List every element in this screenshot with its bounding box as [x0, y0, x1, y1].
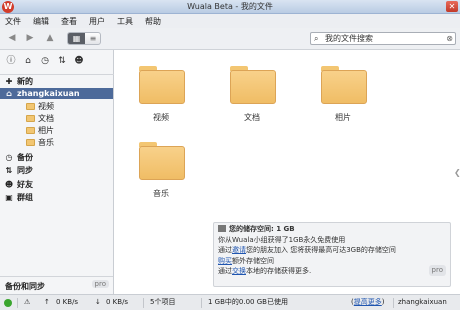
groups-icon: ▣ [5, 193, 13, 202]
sidebar-item-music[interactable]: 音乐 [0, 137, 113, 148]
title-bar: W Wuala Beta - 我的文件 ✕ [0, 0, 460, 14]
sidebar-item-label: 文档 [38, 114, 54, 123]
folder-label: 文档 [244, 113, 260, 122]
backup-icon: ◷ [5, 153, 13, 162]
back-arrow-icon[interactable]: ◀ [6, 32, 18, 44]
folder-icon [26, 115, 35, 122]
download-icon: ↓ [95, 298, 101, 306]
view-toggle: ▦ ≡ [67, 32, 101, 45]
menu-file[interactable]: 文件 [5, 16, 21, 27]
sync-icon: ⇅ [5, 166, 13, 175]
menu-edit[interactable]: 编辑 [33, 16, 49, 27]
new-icon: ✚ [5, 77, 13, 86]
folder-item[interactable]: 音乐 [125, 142, 189, 212]
sidebar: ⓘ ⌂ ◷ ⇅ ☻ ✚ 新的 ⌂ zhangkaixuan 视频 文档 相片 音乐 … [0, 50, 114, 294]
sidebar-item-videos[interactable]: 视频 [0, 101, 113, 112]
sidebar-item-friends[interactable]: ☻ 好友 [0, 179, 113, 190]
folder-label: 相片 [335, 113, 351, 122]
up-arrow-icon[interactable]: ▲ [44, 32, 56, 44]
sidebar-item-groups[interactable]: ▣ 群组 [0, 192, 113, 203]
sidebar-item-label: 新的 [17, 77, 33, 86]
upload-speed: 0 KB/s [56, 298, 79, 306]
warning-icon[interactable]: ⚠ [24, 295, 30, 310]
chevron-left-icon[interactable]: ❮ [454, 164, 460, 182]
menu-view[interactable]: 查看 [61, 16, 77, 27]
folder-icon [26, 139, 35, 146]
download-speed: 0 KB/s [106, 298, 129, 306]
username: zhangkaixuan [398, 298, 447, 306]
folder-item[interactable]: 视频 [125, 66, 189, 136]
search-box: ⌕ ⊗ [310, 32, 456, 45]
sidebar-item-home[interactable]: ⌂ zhangkaixuan [0, 88, 113, 99]
sidebar-item-label: zhangkaixuan [17, 89, 80, 98]
buy-link[interactable]: 购买 [218, 257, 232, 265]
friends-icon: ☻ [4, 180, 14, 189]
menu-bar: 文件 编辑 查看 用户 工具 帮助 [0, 14, 460, 28]
storage-line: 你从Wuala小组获得了1GB永久免费使用 [218, 235, 346, 244]
menu-user[interactable]: 用户 [89, 16, 105, 27]
divider [17, 298, 18, 308]
invite-link[interactable]: 邀请 [232, 246, 246, 254]
sidebar-item-label: 音乐 [38, 138, 54, 147]
window-title: Wuala Beta - 我的文件 [187, 2, 273, 11]
folder-icon [26, 127, 35, 134]
storage-info-panel: 您的储存空间: 1 GB 你从Wuala小组获得了1GB永久免费使用 通过邀请您… [213, 222, 451, 287]
sidebar-item-sync[interactable]: ⇅ 同步 [0, 165, 113, 176]
divider [393, 298, 394, 308]
person-icon[interactable]: ☻ [72, 54, 86, 68]
backup-sync-panel: 备份和同步 pro [0, 276, 113, 294]
folder-item[interactable]: 文档 [216, 66, 280, 136]
info-icon[interactable]: ⓘ [4, 54, 18, 68]
folder-label: 视频 [153, 113, 169, 122]
quota-usage: 1 GB中的0.00 GB已使用 [208, 298, 288, 306]
sidebar-item-new[interactable]: ✚ 新的 [0, 76, 113, 87]
backup-sync-label: 备份和同步 [5, 282, 45, 291]
divider [143, 298, 144, 308]
sidebar-item-backup[interactable]: ◷ 备份 [0, 152, 113, 163]
trade-link[interactable]: 交换 [232, 267, 246, 275]
home-icon[interactable]: ⌂ [21, 54, 35, 68]
sync-icon[interactable]: ⇅ [55, 54, 69, 68]
close-window-button[interactable]: ✕ [446, 1, 458, 12]
storage-heading: 您的储存空间: 1 GB [218, 224, 446, 235]
history-icon[interactable]: ◷ [38, 54, 52, 68]
storage-line: 通过邀请您的朋友加入 您将获得最高可达3GB的存储空间 [218, 246, 396, 254]
item-count: 5个项目 [150, 298, 176, 306]
forward-arrow-icon[interactable]: ▶ [24, 32, 36, 44]
clear-search-icon[interactable]: ⊗ [446, 34, 453, 43]
folder-icon [26, 103, 35, 110]
upload-icon: ↑ [44, 298, 50, 306]
sidebar-item-label: 相片 [38, 126, 54, 135]
sidebar-item-photos[interactable]: 相片 [0, 125, 113, 136]
list-view-icon[interactable]: ≡ [85, 33, 100, 44]
sidebar-item-label: 好友 [17, 180, 33, 189]
home-folder-icon: ⌂ [6, 89, 12, 98]
divider [201, 298, 202, 308]
storage-icon [218, 225, 226, 232]
menu-tools[interactable]: 工具 [117, 16, 133, 27]
file-browser: 视频 文档 相片 音乐 ❮ 您的储存空间: 1 GB 你从Wuala小组获得了1… [115, 50, 460, 294]
grid-view-icon[interactable]: ▦ [68, 33, 85, 44]
sidebar-item-label: 同步 [17, 166, 33, 175]
folder-item[interactable]: 相片 [307, 66, 371, 136]
storage-line: 购买额外存储空间 [218, 256, 274, 265]
sidebar-item-documents[interactable]: 文档 [0, 113, 113, 124]
pro-badge[interactable]: pro [91, 280, 109, 288]
toolbar: ◀ ▶ ▲ ▦ ≡ ⌕ ⊗ [0, 28, 460, 50]
pro-badge[interactable]: pro [428, 265, 446, 276]
storage-line: 通过交换本地的存储获得更多. [218, 267, 312, 275]
upgrade-link[interactable]: 提高更多 [354, 298, 382, 306]
sidebar-item-label: 群组 [17, 193, 33, 202]
online-status-icon [4, 299, 12, 307]
status-bar: ⚠ ↑ 0 KB/s ↓ 0 KB/s 5个项目 1 GB中的0.00 GB已使… [0, 294, 460, 310]
sidebar-item-label: 视频 [38, 102, 54, 111]
sidebar-toolbar: ⓘ ⌂ ◷ ⇅ ☻ [0, 54, 114, 70]
divider [0, 74, 114, 75]
menu-help[interactable]: 帮助 [145, 16, 161, 27]
search-icon: ⌕ [314, 34, 319, 43]
folder-label: 音乐 [153, 189, 169, 198]
search-input[interactable] [325, 33, 443, 44]
sidebar-item-label: 备份 [17, 153, 33, 162]
